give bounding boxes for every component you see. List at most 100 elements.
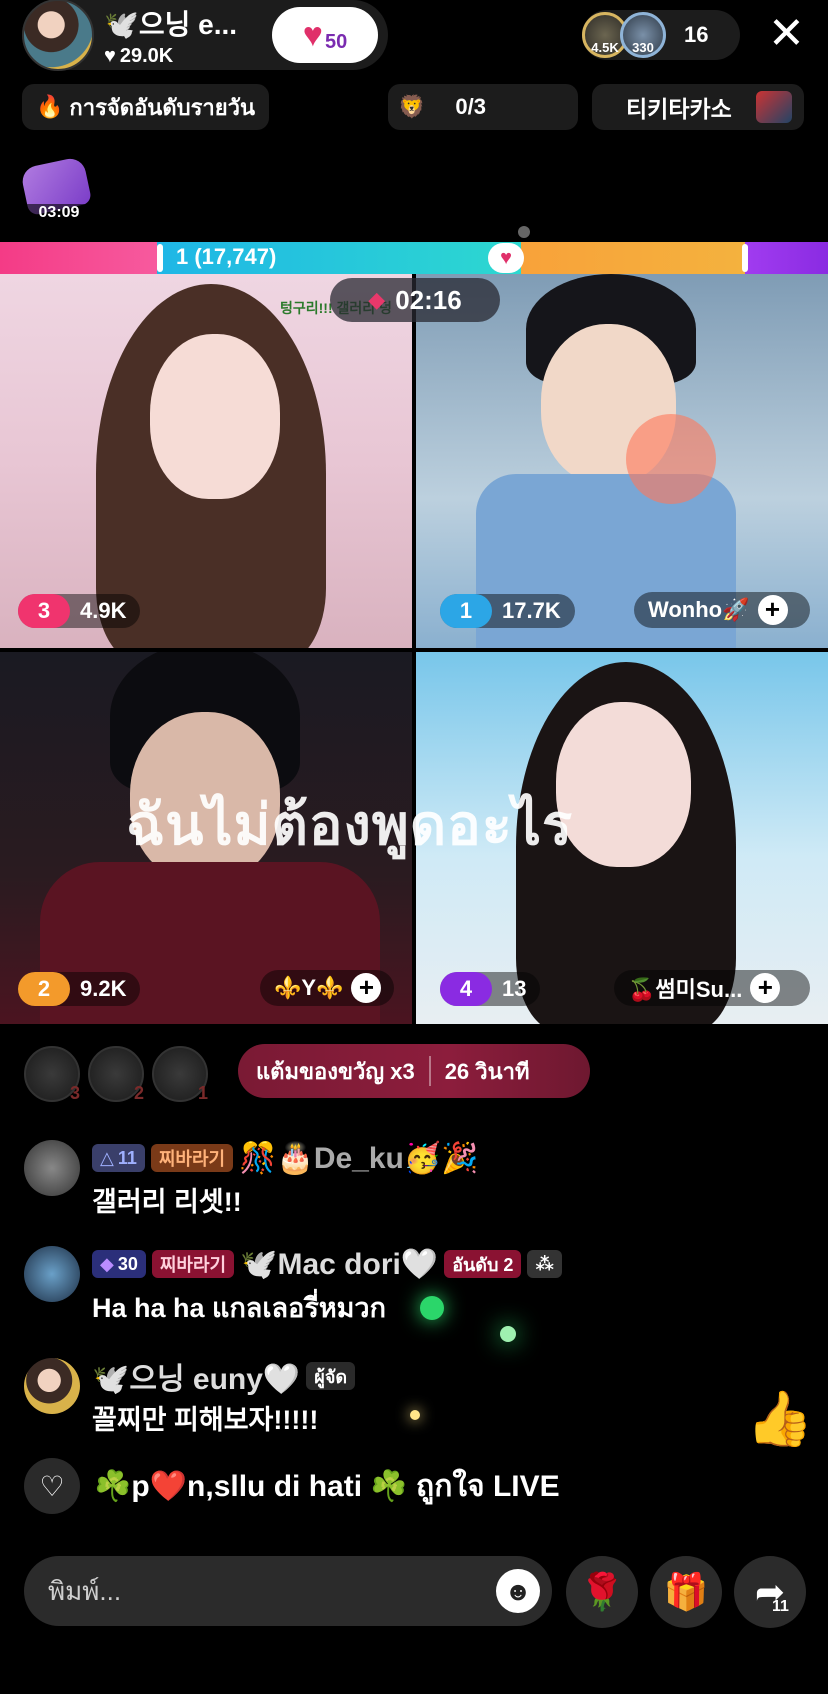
host-name: 🕊️으닝 e... <box>104 8 238 40</box>
gift-points-label: แต้มของขวัญ x3 <box>256 1058 415 1084</box>
comment-input[interactable] <box>48 1575 496 1607</box>
viewer-count: 16 <box>684 22 709 47</box>
tile-4-follow-plus-icon[interactable]: + <box>750 973 781 1003</box>
score-segment-orange <box>521 242 745 274</box>
chat-username[interactable]: 🎊🎂De_ku🥳🎉 <box>239 1141 478 1176</box>
sparkle-effect <box>500 1326 516 1342</box>
contributor-avatar[interactable]: 1 <box>152 1046 208 1103</box>
video-tile-1[interactable]: 텅구리!!! 갤러리 덩 <box>0 274 412 648</box>
tile-4-name: 🍒썸미Su... <box>628 977 743 1002</box>
like-notification: ♡ ☘️p❤️n,sllu di hati ☘️ ถูกใจ LIVE <box>24 1458 560 1514</box>
rose-icon: 🌹 <box>579 1571 625 1612</box>
divider <box>428 1056 431 1086</box>
chat-username[interactable]: 🕊️Mac dori🤍 <box>240 1247 438 1282</box>
host-pill[interactable]: 🕊️으닝 e... ♥ 29.0K ♥ 50 <box>22 0 388 71</box>
heart-level-number: 50 <box>324 30 348 53</box>
diamond-value: 30 <box>117 1253 138 1274</box>
like-heart-icon[interactable]: ♡ <box>24 1458 80 1514</box>
tiki-event-button[interactable]: 티키타카소 <box>592 84 804 130</box>
viewer-list[interactable]: 4.5K 330 16 <box>582 10 740 60</box>
top-viewer-avatar-2[interactable]: 330 <box>620 12 666 58</box>
chat-avatar[interactable] <box>24 1358 80 1414</box>
tiki-event-label: 티키타카소 <box>626 96 732 122</box>
tile-4-rank: 4 <box>440 972 492 1006</box>
chat-username[interactable]: 🕊️으닝 euny🤍 <box>92 1354 300 1398</box>
follow-heart-button[interactable]: ♥ 50 <box>272 7 378 63</box>
host-avatar[interactable] <box>22 0 94 71</box>
rank-badge: อันดับ 2 <box>444 1250 522 1278</box>
tile-3-score: 9.2K <box>80 976 127 1001</box>
contributor-rank: 3 <box>69 1083 80 1103</box>
host-likes: ♥ 29.0K <box>104 45 237 68</box>
like-notification-text: ☘️p❤️n,sllu di hati ☘️ ถูกใจ LIVE <box>94 1469 560 1503</box>
chat-body: ◆ 30 찌바라기 🕊️Mac dori🤍 อันดับ 2 ⁂ Ha ha ha… <box>92 1246 562 1329</box>
score-indicator-dot <box>518 226 530 238</box>
tile-2-score: 17.7K <box>502 598 561 623</box>
tile-3-rank: 2 <box>18 972 70 1006</box>
gift-multiplier-banner[interactable]: แต้มของขวัญ x3 26 วินาที <box>238 1044 590 1098</box>
level-badge: △ 11 <box>92 1144 145 1172</box>
tile-4-name-badge[interactable]: 🍒썸미Su... + <box>614 970 810 1006</box>
chat-body: △ 11 찌바라기 🎊🎂De_ku🥳🎉 갤러리 리셋!! <box>92 1140 479 1219</box>
lion-progress-button[interactable]: 🦁 0/3 <box>388 84 578 130</box>
tile-3-name-badge[interactable]: ⚜️Y⚜️ + <box>260 970 394 1006</box>
chat-text: 갤러리 리셋!! <box>92 1187 242 1217</box>
lion-progress-label: 0/3 <box>455 94 486 119</box>
event-logo-icon <box>756 91 792 123</box>
gift-button[interactable]: 🎁 <box>650 1556 722 1628</box>
treasure-bag[interactable]: 03:09 <box>19 155 94 222</box>
tile-2-name-badge[interactable]: Wonho🚀 + <box>634 592 810 628</box>
sparkle-effect <box>410 1410 420 1420</box>
tile-3-name: ⚜️Y⚜️ <box>274 975 344 1000</box>
share-button[interactable]: ➦ <box>734 1556 806 1628</box>
heart-small-icon: ♥ <box>104 44 116 67</box>
rose-gift-button[interactable]: 🌹 <box>566 1556 638 1628</box>
tile-2-follow-plus-icon[interactable]: + <box>757 595 788 625</box>
chat-meta: ◆ 30 찌바라기 🕊️Mac dori🤍 อันดับ 2 ⁂ <box>92 1246 562 1282</box>
battle-score-bar <box>0 242 828 274</box>
group-icon: ⁂ <box>527 1250 562 1278</box>
tile-2-rank-badge: 1 17.7K <box>440 594 575 628</box>
tile-3-follow-plus-icon[interactable]: + <box>351 973 382 1003</box>
contributor-avatar[interactable]: 2 <box>88 1046 144 1103</box>
tile-2-rank: 1 <box>440 594 492 628</box>
score-divider <box>157 244 163 272</box>
chat-avatar[interactable] <box>24 1246 80 1302</box>
rank-badge-label: อันดับ 2 <box>452 1254 514 1275</box>
contributor-rank: 1 <box>197 1083 208 1103</box>
level-value: 11 <box>117 1147 137 1168</box>
flame-icon: 🔥 <box>36 94 64 119</box>
chat-avatar[interactable] <box>24 1140 80 1196</box>
host-role-label: ผู้จัด <box>314 1366 348 1387</box>
contributor-rank: 2 <box>133 1083 144 1103</box>
chat-message[interactable]: △ 11 찌바라기 🎊🎂De_ku🥳🎉 갤러리 리셋!! <box>24 1140 479 1219</box>
fanclub-label: 찌바라기 <box>158 1149 226 1169</box>
emoji-icon[interactable]: ☻ <box>496 1569 540 1613</box>
chat-text: Ha ha ha แกลเลอรี่หมวก <box>92 1293 386 1323</box>
host-likes-count: 29.0K <box>119 44 174 67</box>
host-info: 🕊️으닝 e... ♥ 29.0K <box>104 3 237 68</box>
caption-overlay: ฉันไม่ต้องพูดอะไร <box>126 793 574 858</box>
contributor-avatar[interactable]: 3 <box>24 1046 80 1103</box>
participant-face <box>150 334 280 499</box>
tile-3-rank-badge: 2 9.2K <box>18 972 141 1006</box>
battle-timer: ◆ 02:16 <box>330 278 500 322</box>
bag-timer: 03:09 <box>24 204 94 222</box>
chat-meta: △ 11 찌바라기 🎊🎂De_ku🥳🎉 <box>92 1140 479 1176</box>
close-icon[interactable]: ✕ <box>768 12 805 56</box>
gift-seconds-label: 26 วินาที <box>444 1058 530 1084</box>
chat-message[interactable]: 🕊️으닝 euny🤍 ผู้จัด 꼴찌만 피해보자!!!!! <box>24 1358 356 1437</box>
chat-message[interactable]: ◆ 30 찌바라기 🕊️Mac dori🤍 อันดับ 2 ⁂ Ha ha ha… <box>24 1246 562 1329</box>
daily-ranking-label: การจัดอันดับรายวัน <box>69 94 256 120</box>
fanclub-badge: 찌바라기 <box>151 1250 235 1278</box>
sparkle-effect <box>420 1296 444 1320</box>
tile-4-rank-badge: 4 13 <box>440 972 541 1006</box>
daily-ranking-button[interactable]: 🔥 การจัดอันดับรายวัน <box>22 84 270 130</box>
tile-2-name: Wonho🚀 <box>648 597 750 622</box>
viewer-1-score: 4.5K <box>591 40 619 55</box>
score-heart-icon: ♥ <box>488 243 524 273</box>
comment-bar[interactable]: ☻ <box>24 1556 552 1626</box>
thumbs-up-icon: 👍 <box>746 1389 814 1449</box>
contributor-avatars: 3 2 1 <box>24 1046 208 1103</box>
chat-body: 🕊️으닝 euny🤍 ผู้จัด 꼴찌만 피해보자!!!!! <box>92 1358 356 1437</box>
